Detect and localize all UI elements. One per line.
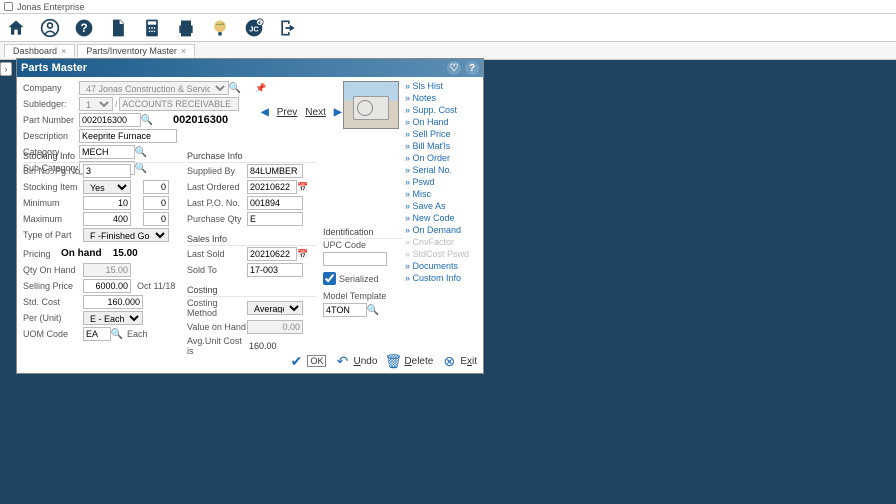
pin-icon[interactable]: 📌 (255, 83, 266, 94)
app-title: Jonas Enterprise (17, 2, 85, 12)
jc-icon[interactable]: JC (244, 18, 264, 38)
document-icon[interactable] (108, 18, 128, 38)
part-image[interactable] (343, 81, 399, 129)
undo-button[interactable]: ↶Undo (334, 353, 377, 369)
next-link[interactable]: Next (305, 107, 326, 118)
supplied-input[interactable] (247, 164, 303, 178)
part-number-display: 002016300 (173, 114, 228, 126)
link-custom-info[interactable]: Custom Info (405, 273, 479, 283)
po-input[interactable] (247, 196, 303, 210)
link-bill-mat-ls[interactable]: Bill Mat'ls (405, 141, 479, 151)
link-pswd[interactable]: Pswd (405, 177, 479, 187)
print-icon[interactable] (176, 18, 196, 38)
calculator-icon[interactable] (142, 18, 162, 38)
costing-method-select[interactable]: Average (247, 301, 303, 315)
close-icon[interactable]: × (181, 46, 186, 56)
ok-button[interactable]: ✔OK (288, 353, 326, 369)
description-input[interactable] (79, 129, 177, 143)
link-save-as[interactable]: Save As (405, 201, 479, 211)
link-documents[interactable]: Documents (405, 261, 479, 271)
delete-button[interactable]: 🗑Delete (385, 353, 433, 369)
part-number-input[interactable] (79, 113, 141, 127)
user-icon[interactable] (40, 18, 60, 38)
heart-icon[interactable]: ♡ (447, 61, 461, 75)
subledger-select[interactable]: 1 (79, 97, 113, 111)
link-misc[interactable]: Misc (405, 189, 479, 199)
exit-button[interactable]: ⊗Exit (441, 353, 477, 369)
parts-master-panel: Parts Master ♡ ? Company 47 Jonas Constr… (16, 58, 484, 374)
link-on-demand[interactable]: On Demand (405, 225, 479, 235)
purchase-qty-input[interactable] (247, 212, 303, 226)
main-toolbar: ? JC (0, 14, 896, 42)
upc-input[interactable] (323, 252, 387, 266)
home-icon[interactable] (6, 18, 26, 38)
serialized-checkbox[interactable] (323, 272, 336, 285)
link-on-hand[interactable]: On Hand (405, 117, 479, 127)
link-notes[interactable]: Notes (405, 93, 479, 103)
tab-dashboard[interactable]: Dashboard× (4, 44, 75, 57)
globe-icon[interactable] (210, 18, 230, 38)
link-serial-no-[interactable]: Serial No. (405, 165, 479, 175)
search-icon[interactable]: 🔍 (141, 114, 153, 126)
link-new-code[interactable]: New Code (405, 213, 479, 223)
type-select[interactable]: F -Finished Good (83, 228, 169, 242)
link-cnvfactor: CnvFactor (405, 237, 479, 247)
link-stdcost-pswd: StdCost Pswd (405, 249, 479, 259)
company-select[interactable]: 47 Jonas Construction & Service (79, 81, 229, 95)
app-icon (4, 2, 13, 11)
ordered-input[interactable] (247, 180, 297, 194)
std-cost-input[interactable] (83, 295, 143, 309)
tab-parts-master[interactable]: Parts/Inventory Master× (77, 44, 195, 57)
calendar-icon[interactable]: 📅 (297, 249, 309, 260)
uom-input[interactable] (83, 327, 111, 341)
calendar-icon[interactable]: 📅 (297, 182, 309, 193)
value-on-hand (247, 320, 303, 334)
link-sell-price[interactable]: Sell Price (405, 129, 479, 139)
search-icon[interactable]: 🔍 (111, 328, 123, 340)
sell-price-input[interactable] (83, 279, 131, 293)
first-arrow[interactable]: ◀ (261, 107, 269, 118)
panel-title: Parts Master (21, 62, 87, 74)
search-icon[interactable]: 🔍 (367, 304, 379, 316)
close-icon[interactable]: × (61, 46, 66, 56)
link-on-order[interactable]: On Order (405, 153, 479, 163)
per-select[interactable]: E - Each (83, 311, 143, 325)
svg-text:?: ? (80, 22, 87, 35)
stocking-item-select[interactable]: Yes (83, 180, 131, 194)
svg-text:JC: JC (249, 24, 259, 33)
expand-sidebar-button[interactable]: › (0, 62, 12, 76)
link-supp-cost[interactable]: Supp. Cost (405, 105, 479, 115)
search-icon[interactable]: 🔍 (229, 82, 241, 94)
action-links: Sls Hist Notes Supp. Cost On Hand Sell Price… (405, 81, 479, 285)
max-input[interactable] (83, 212, 131, 226)
subledger-name (119, 97, 239, 111)
bin-input[interactable] (83, 164, 131, 178)
exit-icon[interactable] (278, 18, 298, 38)
last-sold-input[interactable] (247, 247, 297, 261)
qty-onhand (83, 263, 131, 277)
last-arrow[interactable]: ▶ (334, 107, 342, 118)
min-input[interactable] (83, 196, 131, 210)
help-icon[interactable]: ? (465, 61, 479, 75)
prev-link[interactable]: Prev (277, 107, 298, 118)
model-input[interactable] (323, 303, 367, 317)
link-sls-hist[interactable]: Sls Hist (405, 81, 479, 91)
help-icon[interactable]: ? (74, 18, 94, 38)
sold-to-input[interactable] (247, 263, 303, 277)
